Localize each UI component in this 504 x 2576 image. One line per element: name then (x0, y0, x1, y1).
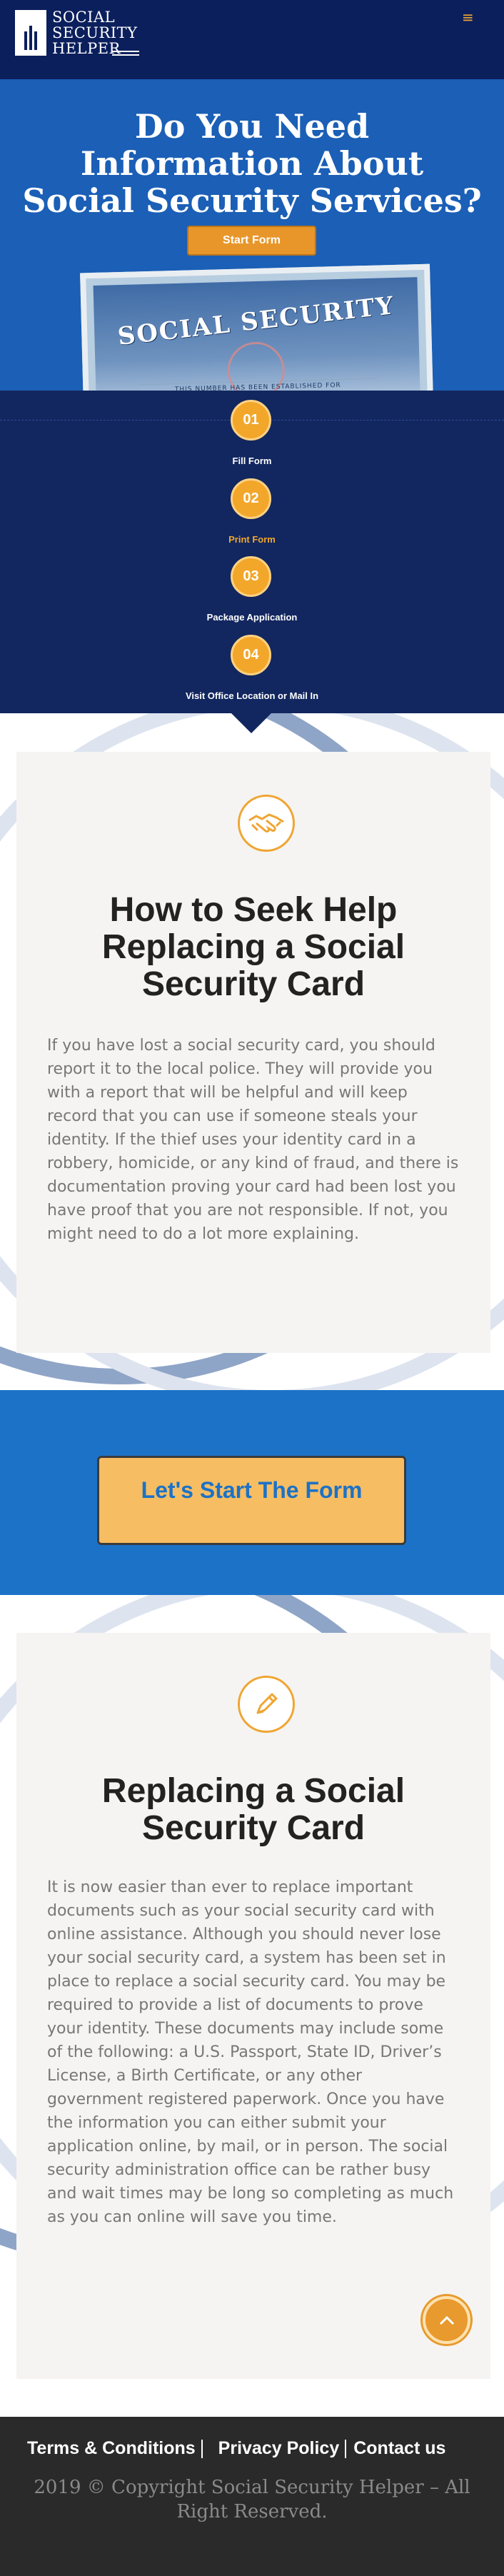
step-number-badge[interactable]: 01 (231, 400, 271, 441)
logo-line-1: SOCIAL (52, 9, 116, 26)
chevron-up-icon (439, 2315, 454, 2325)
footer-divider (201, 2439, 203, 2458)
step-label[interactable]: Fill Form (0, 456, 504, 466)
step-number-badge[interactable]: 04 (231, 635, 271, 675)
steps-section: 01 Fill Form 02 Print Form 03 Package Ap… (0, 391, 504, 733)
hero-section: Do You Need Information About Social Sec… (0, 79, 504, 391)
copyright-text: 2019 © Copyright Social Security Helper … (34, 2477, 470, 2522)
seek-help-panel: How to Seek Help Replacing a Social Secu… (16, 752, 490, 1353)
seek-help-body: If you have lost a social security card,… (47, 1037, 459, 1243)
step-label[interactable]: Print Form (0, 534, 504, 545)
terms-link[interactable]: Terms & Conditions (27, 2438, 196, 2459)
logo-pillar-icon (15, 10, 46, 56)
handshake-icon (238, 795, 295, 852)
logo-text: SOCIAL SECURITY HELPER (52, 9, 139, 56)
steps-pointer-arrow (230, 712, 273, 733)
cta-section: Let's Start The Form (0, 1390, 504, 1595)
hero-title: Do You Need Information About Social Sec… (22, 107, 482, 220)
replacing-card-section: Replacing a Social Security Card It is n… (0, 1595, 504, 2417)
replacing-card-panel: Replacing a Social Security Card It is n… (16, 1633, 490, 2379)
site-header: SOCIAL SECURITY HELPER ≡ (0, 0, 504, 79)
step-number-badge[interactable]: 03 (231, 556, 271, 597)
replacing-card-title: Replacing a Social Security Card (101, 1772, 405, 1847)
start-form-button[interactable]: Start Form (187, 226, 316, 256)
scroll-to-top-button[interactable] (423, 2296, 470, 2344)
privacy-policy-link[interactable]: Privacy Policy (218, 2438, 340, 2459)
seek-help-section: How to Seek Help Replacing a Social Secu… (0, 713, 504, 1390)
footer-links: Terms & Conditions Privacy Policy Contac… (27, 2438, 445, 2459)
site-footer: Terms & Conditions Privacy Policy Contac… (0, 2417, 504, 2576)
lets-start-form-button[interactable]: Let's Start The Form (97, 1456, 406, 1545)
site-logo[interactable]: SOCIAL SECURITY HELPER (15, 9, 139, 56)
footer-divider (345, 2439, 347, 2458)
logo-line-3: HELPER (52, 41, 139, 56)
step-label[interactable]: Visit Office Location or Mail In (0, 690, 504, 701)
step-number-badge[interactable]: 02 (231, 478, 271, 519)
contact-us-link[interactable]: Contact us (353, 2438, 445, 2459)
logo-line-2: SECURITY (52, 24, 138, 41)
hamburger-menu-icon[interactable]: ≡ (462, 10, 474, 24)
replacing-card-body: It is now easier than ever to replace im… (47, 1878, 454, 2226)
step-visit-office[interactable]: 04 Visit Office Location or Mail In (0, 625, 504, 701)
social-security-card-image: SOCIAL SECURITY THIS NUMBER HAS BEEN EST… (80, 263, 434, 391)
pen-icon (238, 1676, 295, 1733)
step-package-application[interactable]: 03 Package Application (0, 547, 504, 623)
seek-help-title: How to Seek Help Replacing a Social Secu… (101, 891, 405, 1003)
step-label[interactable]: Package Application (0, 612, 504, 623)
step-print-form[interactable]: 02 Print Form (0, 469, 504, 545)
step-fill-form[interactable]: 01 Fill Form (0, 391, 504, 466)
